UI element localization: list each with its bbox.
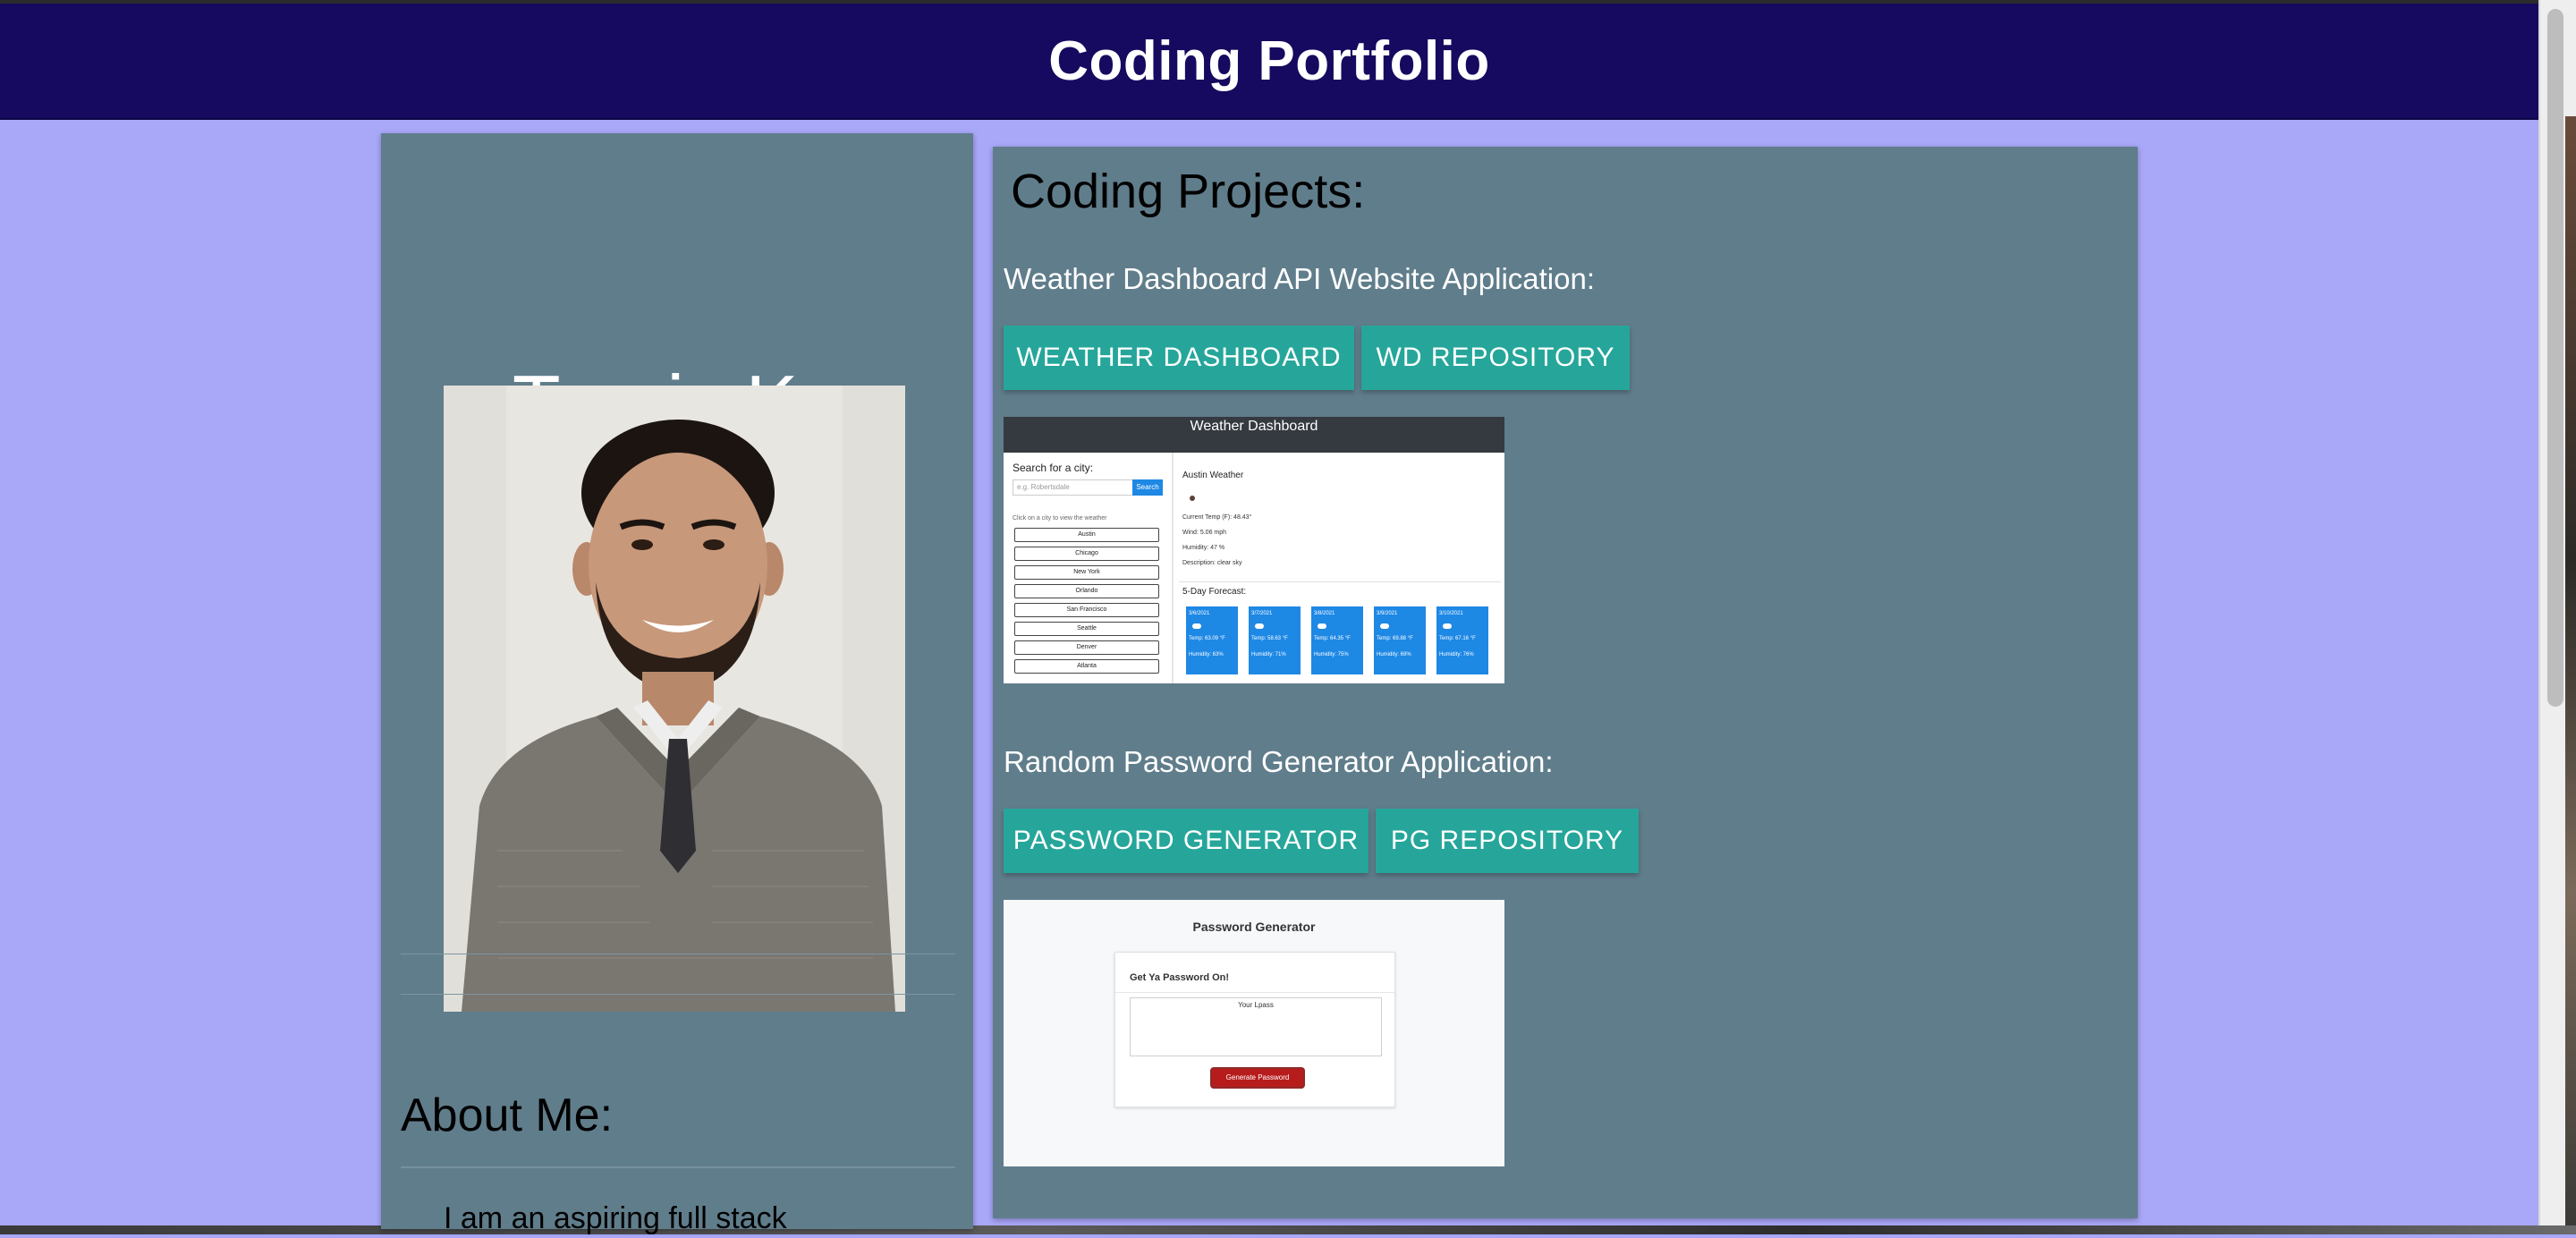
project-title-password: Random Password Generator Application:: [1004, 745, 1554, 778]
forecast-date: 3/9/2021: [1377, 611, 1398, 616]
weather-shot-search-input: e.g. Robertsdale: [1013, 479, 1138, 496]
password-shot-rule: [1115, 992, 1394, 993]
password-shot-card: Get Ya Password On! Your Lpass Generate …: [1114, 952, 1395, 1107]
weather-shot-current-title: Austin Weather: [1182, 471, 1244, 480]
pg-repository-button[interactable]: PG REPOSITORY: [1376, 809, 1639, 873]
forecast-date: 3/6/2021: [1189, 611, 1210, 616]
weather-shot-city-button: Austin: [1014, 528, 1159, 542]
site-title: Coding Portfolio: [1048, 30, 1490, 92]
cloud-icon: [1318, 623, 1326, 629]
person-portrait-image: [444, 386, 905, 1012]
scrollbar-edge: [2538, 0, 2540, 1225]
weather-shot-section-rule: [1179, 581, 1501, 582]
weather-shot-current-lines: Current Temp (F): 48.43° Wind: 5.06 mph Hu…: [1182, 510, 1251, 571]
project-title-weather: Weather Dashboard API Website Applicatio…: [1004, 262, 1595, 295]
weather-shot-search-button: Search: [1132, 479, 1163, 496]
forecast-humidity: Humidity: 76%: [1439, 652, 1474, 657]
weather-shot-forecast-card: 3/6/2021 Temp: 63.09 °F Humidity: 63%: [1186, 606, 1238, 674]
forecast-temp: Temp: 63.09 °F: [1189, 636, 1225, 641]
forecast-date: 3/7/2021: [1251, 611, 1273, 616]
weather-shot-forecast-card: 3/9/2021 Temp: 69.88 °F Humidity: 69%: [1374, 606, 1426, 674]
profile-photo: [444, 386, 905, 1012]
projects-heading: Coding Projects:: [1011, 165, 1366, 218]
weather-shot-city-button: Seattle: [1014, 622, 1159, 636]
cloud-icon: [1380, 623, 1389, 629]
password-generator-button[interactable]: PASSWORD GENERATOR: [1004, 809, 1368, 873]
desktop-background-peek: [2565, 116, 2576, 1225]
weather-shot-forecast-card: 3/7/2021 Temp: 58.63 °F Humidity: 71%: [1249, 606, 1301, 674]
forecast-humidity: Humidity: 71%: [1251, 652, 1286, 657]
cloud-icon: [1443, 623, 1452, 629]
password-shot-subtitle: Get Ya Password On!: [1130, 972, 1230, 983]
weather-shot-city-button: New York: [1014, 565, 1159, 580]
scrollbar-thumb[interactable]: [2547, 9, 2563, 707]
password-shot-textarea: Your Lpass: [1130, 997, 1382, 1056]
about-divider: [401, 1166, 955, 1168]
weather-dashboard-screenshot: Weather Dashboard Search for a city: e.g…: [1004, 417, 1504, 683]
weather-shot-current-line: Wind: 5.06 mph: [1182, 530, 1227, 536]
weather-shot-forecast-card: 3/10/2021 Temp: 67.16 °F Humidity: 76%: [1436, 606, 1488, 674]
weather-shot-city-button: Chicago: [1014, 547, 1159, 561]
cloud-icon: [1192, 623, 1201, 629]
weather-shot-forecast-title: 5-Day Forecast:: [1182, 587, 1247, 597]
weather-shot-icon: [1190, 496, 1195, 501]
profile-card: Travis Ko: [381, 133, 973, 1235]
weather-shot-current-line: Description: clear sky: [1182, 560, 1242, 566]
site-header: Coding Portfolio: [0, 4, 2538, 120]
projects-card: Coding Projects: Weather Dashboard API W…: [993, 147, 2138, 1218]
forecast-humidity: Humidity: 63%: [1189, 652, 1224, 657]
forecast-date: 3/10/2021: [1439, 611, 1463, 616]
cloud-icon: [1255, 623, 1264, 629]
weather-dashboard-button[interactable]: WEATHER DASHBOARD: [1004, 326, 1354, 390]
password-shot-generate-button: Generate Password: [1210, 1067, 1305, 1089]
weather-shot-search-label: Search for a city:: [1013, 462, 1094, 474]
weather-shot-city-button: Atlanta: [1014, 659, 1159, 674]
divider: [401, 994, 955, 995]
forecast-temp: Temp: 64.35 °F: [1314, 636, 1351, 641]
forecast-humidity: Humidity: 69%: [1377, 652, 1411, 657]
weather-shot-city-button: Denver: [1014, 640, 1159, 655]
weather-shot-city-button: San Francisco: [1014, 603, 1159, 617]
weather-shot-city-list: Austin Chicago New York Orlando San Francisc…: [1014, 528, 1159, 678]
about-text: I am an aspiring full stack: [444, 1201, 787, 1235]
wd-repository-button[interactable]: WD REPOSITORY: [1361, 326, 1630, 390]
forecast-temp: Temp: 58.63 °F: [1251, 636, 1288, 641]
password-generator-screenshot: Password Generator Get Ya Password On! Y…: [1004, 900, 1504, 1166]
weather-shot-current-line: Current Temp (F): 48.43°: [1182, 514, 1252, 521]
forecast-humidity: Humidity: 75%: [1314, 652, 1349, 657]
weather-shot-city-button: Orlando: [1014, 584, 1159, 598]
password-shot-title: Password Generator: [1192, 920, 1316, 934]
weather-shot-current-line: Humidity: 47 %: [1182, 545, 1225, 551]
forecast-temp: Temp: 67.16 °F: [1439, 636, 1476, 641]
about-heading: About Me:: [401, 1090, 614, 1141]
weather-shot-title: Weather Dashboard: [1190, 419, 1318, 434]
weather-shot-forecast-card: 3/8/2021 Temp: 64.35 °F Humidity: 75%: [1311, 606, 1363, 674]
weather-shot-divider: [1172, 453, 1174, 683]
forecast-date: 3/8/2021: [1314, 611, 1335, 616]
forecast-temp: Temp: 69.88 °F: [1377, 636, 1413, 641]
weather-shot-hint: Click on a city to view the weather: [1013, 515, 1107, 521]
